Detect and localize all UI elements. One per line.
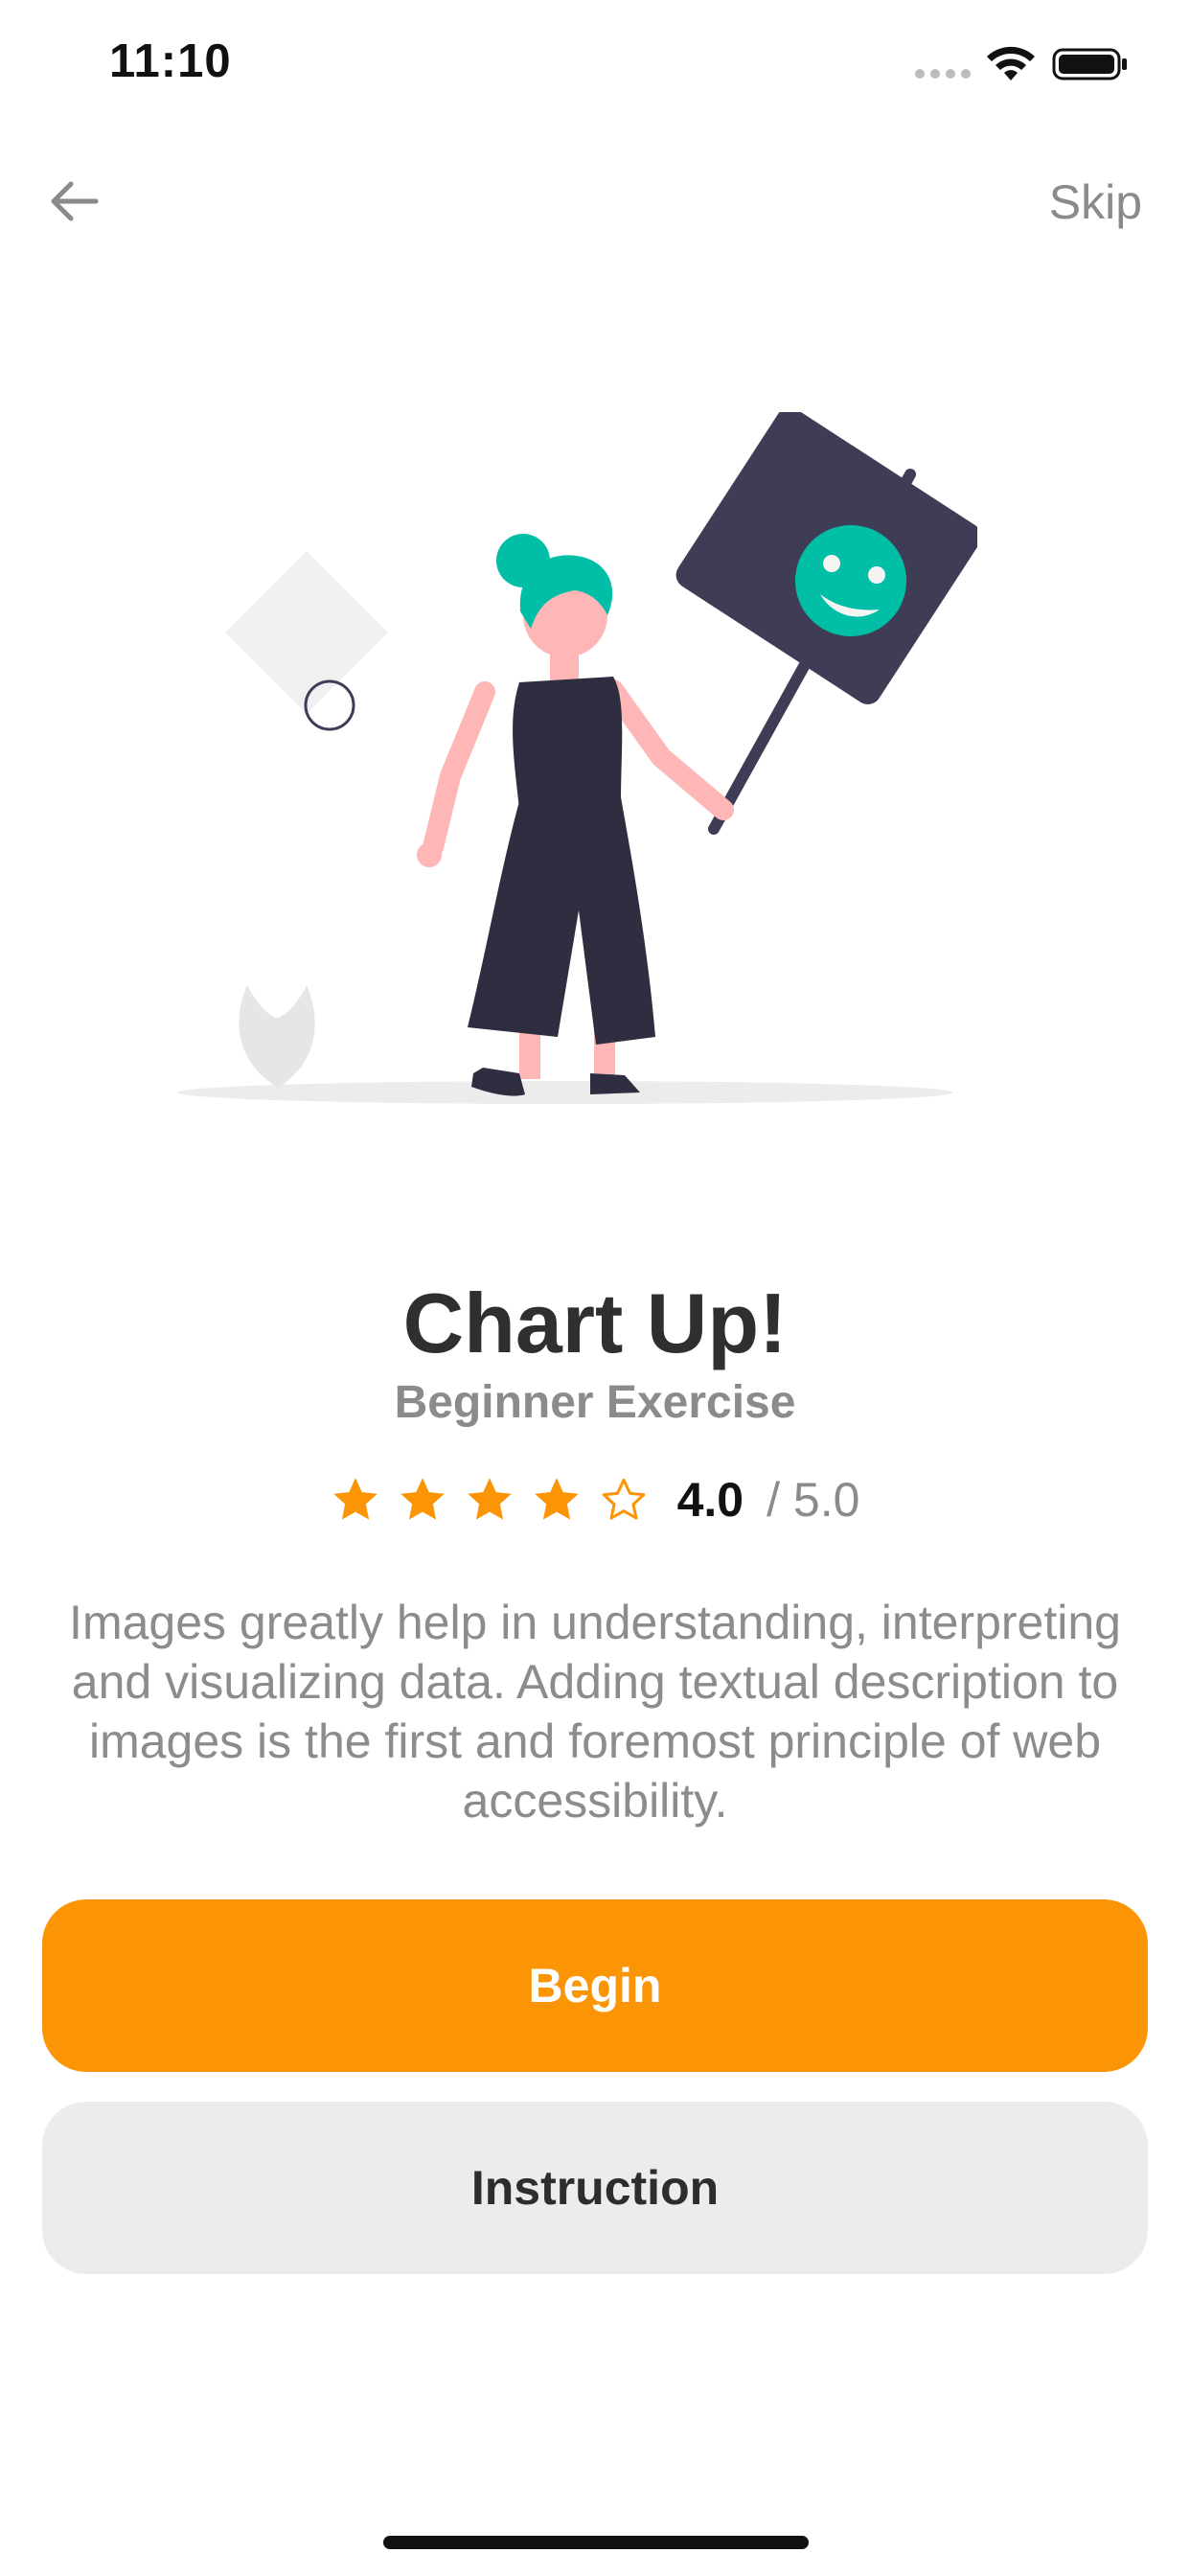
rating-row: 4.0 / 5.0 [0, 1466, 1190, 1533]
rating-max: / 5.0 [767, 1473, 860, 1527]
exercise-subtitle: Beginner Exercise [394, 1377, 796, 1428]
star-filled-icon [332, 1478, 378, 1520]
home-indicator [383, 2536, 809, 2549]
back-arrow-icon[interactable] [40, 172, 107, 230]
star-outline-icon [602, 1478, 645, 1520]
woman-holding-sign-illustration [177, 412, 977, 1104]
wifi-icon [987, 46, 1035, 80]
rating-value: 4.0 [676, 1473, 744, 1527]
star-filled-icon [534, 1478, 579, 1520]
navigation-bar: Skip [0, 153, 1190, 249]
star-filled-icon [400, 1478, 445, 1520]
exercise-description: Images greatly help in understanding, in… [69, 1596, 1121, 1828]
star-rating [331, 1475, 649, 1525]
instruction-button-label: Instruction [470, 2161, 720, 2215]
star-filled-icon [467, 1478, 512, 1520]
exercise-title: Chart Up! [402, 1276, 788, 1370]
cellular-signal-icon [915, 69, 971, 79]
status-bar: 11:10 [0, 0, 1190, 129]
begin-button-label: Begin [528, 1959, 662, 2012]
battery-icon [1052, 48, 1127, 80]
status-time: 11:10 [109, 35, 232, 87]
instruction-button[interactable]: Instruction [42, 2102, 1148, 2274]
skip-button[interactable]: Skip [1049, 174, 1142, 230]
begin-button[interactable]: Begin [42, 1899, 1148, 2072]
